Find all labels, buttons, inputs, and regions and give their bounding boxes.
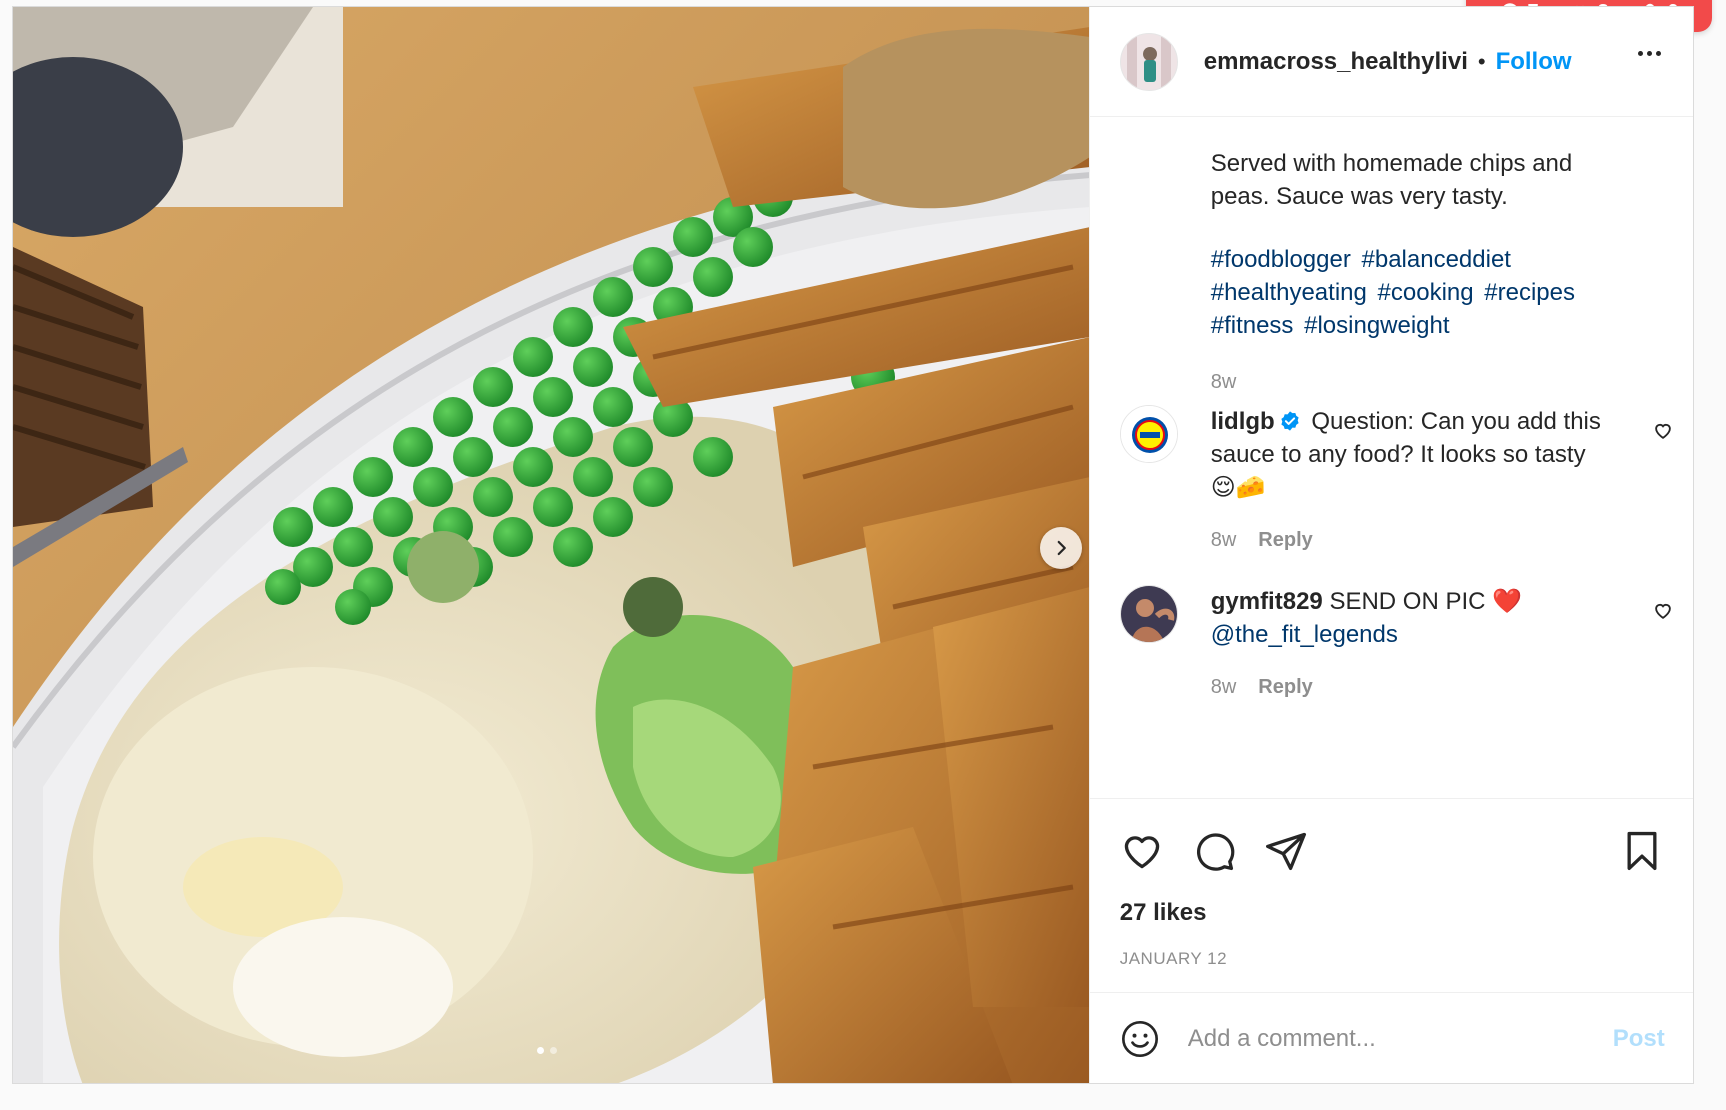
- comment-timestamp: 8w: [1210, 529, 1237, 551]
- comments-list[interactable]: Served with homemade chips and peas. Sau…: [1090, 117, 1693, 799]
- header-separator: •: [1477, 48, 1486, 74]
- gymfit-avatar-image: [1120, 586, 1177, 642]
- caption-timestamp: 8w: [1210, 371, 1237, 393]
- page: 7 8 0: [0, 0, 1726, 1110]
- add-comment-bar: Post: [1089, 992, 1693, 1083]
- comment-item: gymfit829 SEND ON PIC ❤️ @the_fit_legend…: [1119, 585, 1680, 715]
- caption-text: Served with homemade chips and peas. Sau…: [1210, 150, 1573, 210]
- author-avatar[interactable]: [1119, 32, 1178, 91]
- post-details-panel: emmacross_healthylivi • Follow Served wi…: [1088, 7, 1693, 1083]
- carousel-indicator: [537, 1047, 557, 1054]
- save-bookmark-icon[interactable]: [1620, 829, 1664, 873]
- hashtag-link[interactable]: #recipes: [1484, 279, 1575, 306]
- mention-link[interactable]: @the_fit_legends: [1211, 621, 1398, 648]
- commenter-avatar[interactable]: [1119, 405, 1178, 463]
- comment-username[interactable]: gymfit829: [1211, 588, 1323, 615]
- hashtag-link[interactable]: #balanceddiet: [1362, 246, 1511, 273]
- post-caption: Served with homemade chips and peas. Sau…: [1211, 147, 1631, 399]
- author-avatar-image: [1120, 33, 1177, 90]
- hashtag-link[interactable]: #fitness: [1211, 312, 1294, 339]
- author-username[interactable]: emmacross_healthylivi: [1204, 48, 1468, 76]
- more-options-icon: [1637, 51, 1643, 56]
- hashtag-link[interactable]: #healthyeating: [1211, 279, 1367, 306]
- comment-timestamp: 8w: [1210, 676, 1237, 698]
- post-card: emmacross_healthylivi • Follow Served wi…: [12, 6, 1694, 1084]
- lidl-logo: [1120, 406, 1177, 462]
- comment-body: lidlgb Question: Can you add this sauce …: [1211, 405, 1611, 557]
- emoji-smiley-icon[interactable]: [1120, 1019, 1160, 1059]
- caption-meta: 8w: [1211, 366, 1631, 399]
- post-header: emmacross_healthylivi • Follow: [1089, 7, 1693, 117]
- likes-count[interactable]: 27 likes: [1120, 899, 1207, 927]
- comment-bubble-icon[interactable]: [1192, 829, 1236, 873]
- hashtag-link[interactable]: #cooking: [1378, 279, 1474, 306]
- comment-meta: 8w Reply: [1211, 671, 1611, 704]
- hashtag-link[interactable]: #foodblogger: [1211, 246, 1351, 273]
- reply-button[interactable]: Reply: [1258, 671, 1312, 704]
- carousel-dot: [550, 1047, 557, 1054]
- post-media[interactable]: [13, 7, 1089, 1083]
- comment-body: gymfit829 SEND ON PIC ❤️ @the_fit_legend…: [1211, 585, 1611, 704]
- comment-text: SEND ON PIC ❤️: [1329, 588, 1523, 615]
- verified-badge-icon: [1281, 411, 1299, 431]
- reply-button[interactable]: Reply: [1258, 524, 1312, 557]
- comment-input[interactable]: [1185, 1024, 1576, 1054]
- share-send-icon[interactable]: [1264, 829, 1308, 873]
- hashtag-link[interactable]: #losingweight: [1304, 312, 1449, 339]
- follow-button[interactable]: Follow: [1496, 48, 1572, 76]
- commenter-avatar[interactable]: [1119, 585, 1178, 643]
- caption-hashtags: #foodblogger #balanceddiet #healthyeatin…: [1211, 243, 1631, 342]
- more-options-button[interactable]: [1637, 51, 1661, 56]
- comment-username[interactable]: lidlgb: [1211, 408, 1275, 435]
- like-comment-heart-icon[interactable]: [1652, 419, 1674, 441]
- comment-meta: 8w Reply: [1211, 524, 1611, 557]
- next-image-button[interactable]: [1040, 527, 1082, 569]
- comment-item: lidlgb Question: Can you add this sauce …: [1119, 405, 1680, 557]
- like-heart-icon[interactable]: [1120, 829, 1164, 873]
- post-actions: 27 likes JANUARY 12: [1089, 798, 1693, 992]
- post-comment-button[interactable]: Post: [1613, 1025, 1665, 1053]
- chevron-right-icon: [1057, 540, 1066, 556]
- post-date: JANUARY 12: [1119, 949, 1228, 968]
- carousel-dot-active: [537, 1047, 544, 1054]
- like-comment-heart-icon[interactable]: [1652, 599, 1674, 621]
- post-photo: [13, 7, 1089, 1083]
